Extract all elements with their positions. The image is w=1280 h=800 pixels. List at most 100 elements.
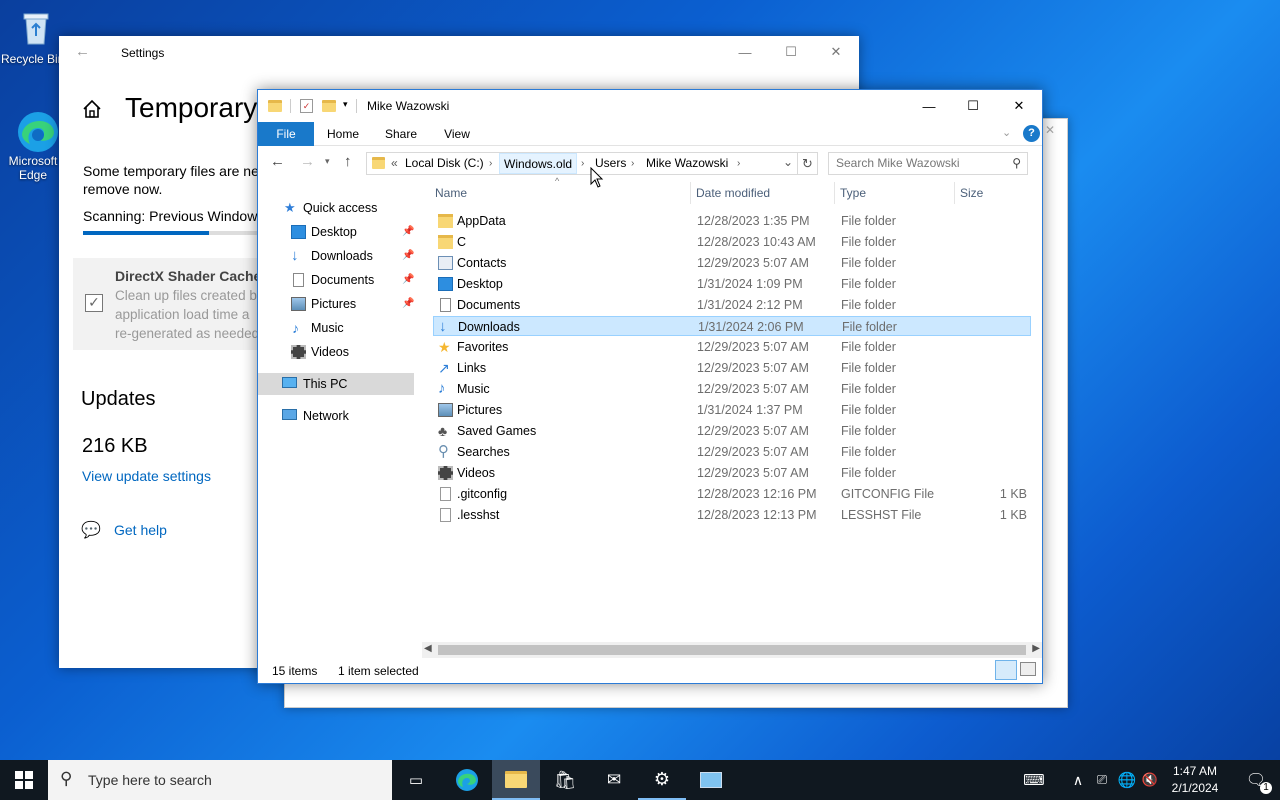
nav-desktop[interactable]: Desktop 📌 [258, 221, 414, 243]
back-arrow-icon[interactable]: ← [75, 43, 90, 60]
tab-share[interactable]: Share [378, 122, 424, 146]
column-divider[interactable] [954, 182, 955, 204]
scrollbar-thumb[interactable] [438, 645, 1026, 655]
forward-button[interactable]: → [300, 153, 315, 170]
column-header-size[interactable]: Size [960, 186, 983, 200]
clock[interactable]: 1:47 AM 2/1/2024 [1166, 763, 1224, 797]
breadcrumb-windows-old[interactable]: Windows.old [499, 153, 578, 174]
background-window-close-icon[interactable]: ✕ [1045, 123, 1055, 137]
file-row[interactable]: ↗ Links 12/29/2023 5:07 AM File folder [433, 358, 1031, 378]
recent-locations-dropdown[interactable]: ▾ [325, 156, 330, 167]
mail-icon[interactable]: ✉ [590, 760, 638, 800]
tab-file[interactable]: File [258, 122, 314, 146]
tab-home[interactable]: Home [320, 122, 366, 146]
edge-taskbar-icon[interactable] [443, 760, 491, 800]
nav-this-pc[interactable]: This PC [258, 373, 414, 395]
search-box[interactable]: Search Mike Wazowski ⚲ [828, 152, 1028, 175]
maximize-button[interactable]: ☐ [768, 36, 814, 68]
taskbar-search-box[interactable]: ⚲ Type here to search [48, 760, 392, 800]
file-row[interactable]: C 12/28/2023 10:43 AM File folder [433, 232, 1031, 252]
breadcrumb-separator[interactable]: › [631, 153, 634, 174]
notification-center-icon[interactable]: 🗨 1 [1232, 760, 1280, 800]
file-row[interactable]: Pictures 1/31/2024 1:37 PM File folder [433, 400, 1031, 420]
nav-pictures[interactable]: Pictures 📌 [258, 293, 414, 315]
scroll-left-icon[interactable]: ◀ [424, 643, 432, 654]
breadcrumb-mike-wazowski[interactable]: Mike Wazowski [646, 153, 728, 174]
help-icon[interactable]: ? [1023, 125, 1040, 142]
minimize-button[interactable]: — [722, 36, 768, 68]
address-bar[interactable]: « Local Disk (C:) › Windows.old › Users … [366, 152, 798, 175]
view-update-settings-link[interactable]: View update settings [82, 468, 211, 484]
file-row[interactable]: Documents 1/31/2024 2:12 PM File folder [433, 295, 1031, 315]
column-divider[interactable] [690, 182, 691, 204]
breadcrumb-separator[interactable]: › [737, 153, 740, 174]
up-button[interactable]: ↑ [344, 153, 352, 170]
file-row[interactable]: .gitconfig 12/28/2023 12:16 PM GITCONFIG F… [433, 484, 1031, 504]
file-row[interactable]: Desktop 1/31/2024 1:09 PM File folder [433, 274, 1031, 294]
nav-downloads[interactable]: ↓ Downloads 📌 [258, 245, 414, 267]
file-row[interactable]: ♣ Saved Games 12/29/2023 5:07 AM File folde… [433, 421, 1031, 441]
maximize-button[interactable]: ☐ [950, 90, 996, 122]
file-row[interactable]: Contacts 12/29/2023 5:07 AM File folder [433, 253, 1031, 273]
file-explorer-taskbar-icon[interactable] [492, 760, 540, 800]
task-view-icon[interactable]: ▭ [392, 760, 440, 800]
nav-network[interactable]: Network [258, 405, 414, 427]
file-row[interactable]: ⚲ Searches 12/29/2023 5:07 AM File folder [433, 442, 1031, 462]
breadcrumb-local-disk[interactable]: Local Disk (C:) [405, 153, 484, 174]
navigation-bar: ← → ▾ ↑ « Local Disk (C:) › Windows.old … [258, 146, 1042, 180]
keyboard-icon[interactable]: ⌨ [1010, 760, 1058, 800]
refresh-button[interactable]: ↻ [798, 152, 818, 175]
breadcrumb-separator[interactable]: › [489, 153, 492, 174]
minimize-button[interactable]: — [906, 90, 952, 122]
file-date: 12/29/2023 5:07 AM [697, 466, 809, 480]
nav-documents[interactable]: Documents 📌 [258, 269, 414, 291]
ribbon-tabs: File Home Share View ⌄ ? [258, 122, 1042, 146]
address-dropdown-icon[interactable]: ⌄ [783, 155, 793, 169]
new-folder-icon[interactable] [322, 100, 336, 112]
nav-quick-access[interactable]: ★ Quick access [258, 197, 414, 219]
properties-icon[interactable]: ✓ [300, 99, 313, 113]
breadcrumb-separator[interactable]: › [581, 153, 584, 174]
column-header-name[interactable]: Name [435, 186, 467, 200]
quick-access-toolbar-dropdown-icon[interactable]: ▾ [343, 99, 348, 110]
column-divider[interactable] [834, 182, 835, 204]
close-button[interactable]: ✕ [996, 90, 1042, 122]
device-icon[interactable]: ⎚ [1090, 760, 1114, 800]
scroll-right-icon[interactable]: ▶ [1032, 643, 1040, 654]
file-row[interactable]: ♪ Music 12/29/2023 5:07 AM File folder [433, 379, 1031, 399]
file-row[interactable]: ↓ Downloads 1/31/2024 2:06 PM File folder [433, 316, 1031, 336]
column-header-type[interactable]: Type [840, 186, 866, 200]
network-globe-icon[interactable]: 🌐 [1114, 760, 1140, 800]
get-help-icon[interactable]: 💬 [81, 520, 101, 540]
volume-muted-icon[interactable]: 🔇 [1138, 760, 1162, 800]
file-row[interactable]: Videos 12/29/2023 5:07 AM File folder [433, 463, 1031, 483]
pin-icon[interactable]: 📌 [402, 221, 414, 243]
file-row[interactable]: ★ Favorites 12/29/2023 5:07 AM File folder [433, 337, 1031, 357]
pin-icon[interactable]: 📌 [402, 293, 414, 315]
home-icon[interactable] [81, 98, 103, 123]
settings-taskbar-icon[interactable]: ⚙ [638, 760, 686, 800]
cleanup-checkbox[interactable]: ✓ [85, 294, 103, 312]
ribbon-expand-icon[interactable]: ⌄ [1002, 126, 1011, 139]
get-help-link[interactable]: Get help [114, 522, 167, 538]
file-row[interactable]: AppData 12/28/2023 1:35 PM File folder [433, 211, 1031, 231]
nav-music[interactable]: ♪ Music [258, 317, 414, 339]
file-name: Desktop [457, 277, 503, 291]
tab-view[interactable]: View [434, 122, 480, 146]
file-row[interactable]: .lesshst 12/28/2023 12:13 PM LESSHST File 1… [433, 505, 1031, 525]
pin-icon[interactable]: 📌 [402, 245, 414, 267]
file-type: File folder [841, 403, 896, 417]
horizontal-scrollbar[interactable]: ◀ ▶ [422, 642, 1042, 658]
large-icons-view-icon[interactable] [1020, 662, 1036, 676]
nav-videos[interactable]: Videos [258, 341, 414, 363]
store-icon[interactable]: 🛍 [541, 760, 589, 800]
cleanup-item-card: ✓ DirectX Shader Cache Clean up files cr… [73, 258, 263, 350]
start-button[interactable] [0, 760, 48, 800]
back-button[interactable]: ← [270, 153, 285, 170]
pin-icon[interactable]: 📌 [402, 269, 414, 291]
column-header-date[interactable]: Date modified [696, 186, 770, 200]
details-view-icon[interactable] [995, 660, 1017, 680]
close-button[interactable]: ✕ [813, 36, 859, 68]
control-panel-taskbar-icon[interactable] [687, 760, 735, 800]
breadcrumb-overflow[interactable]: « [391, 153, 398, 174]
